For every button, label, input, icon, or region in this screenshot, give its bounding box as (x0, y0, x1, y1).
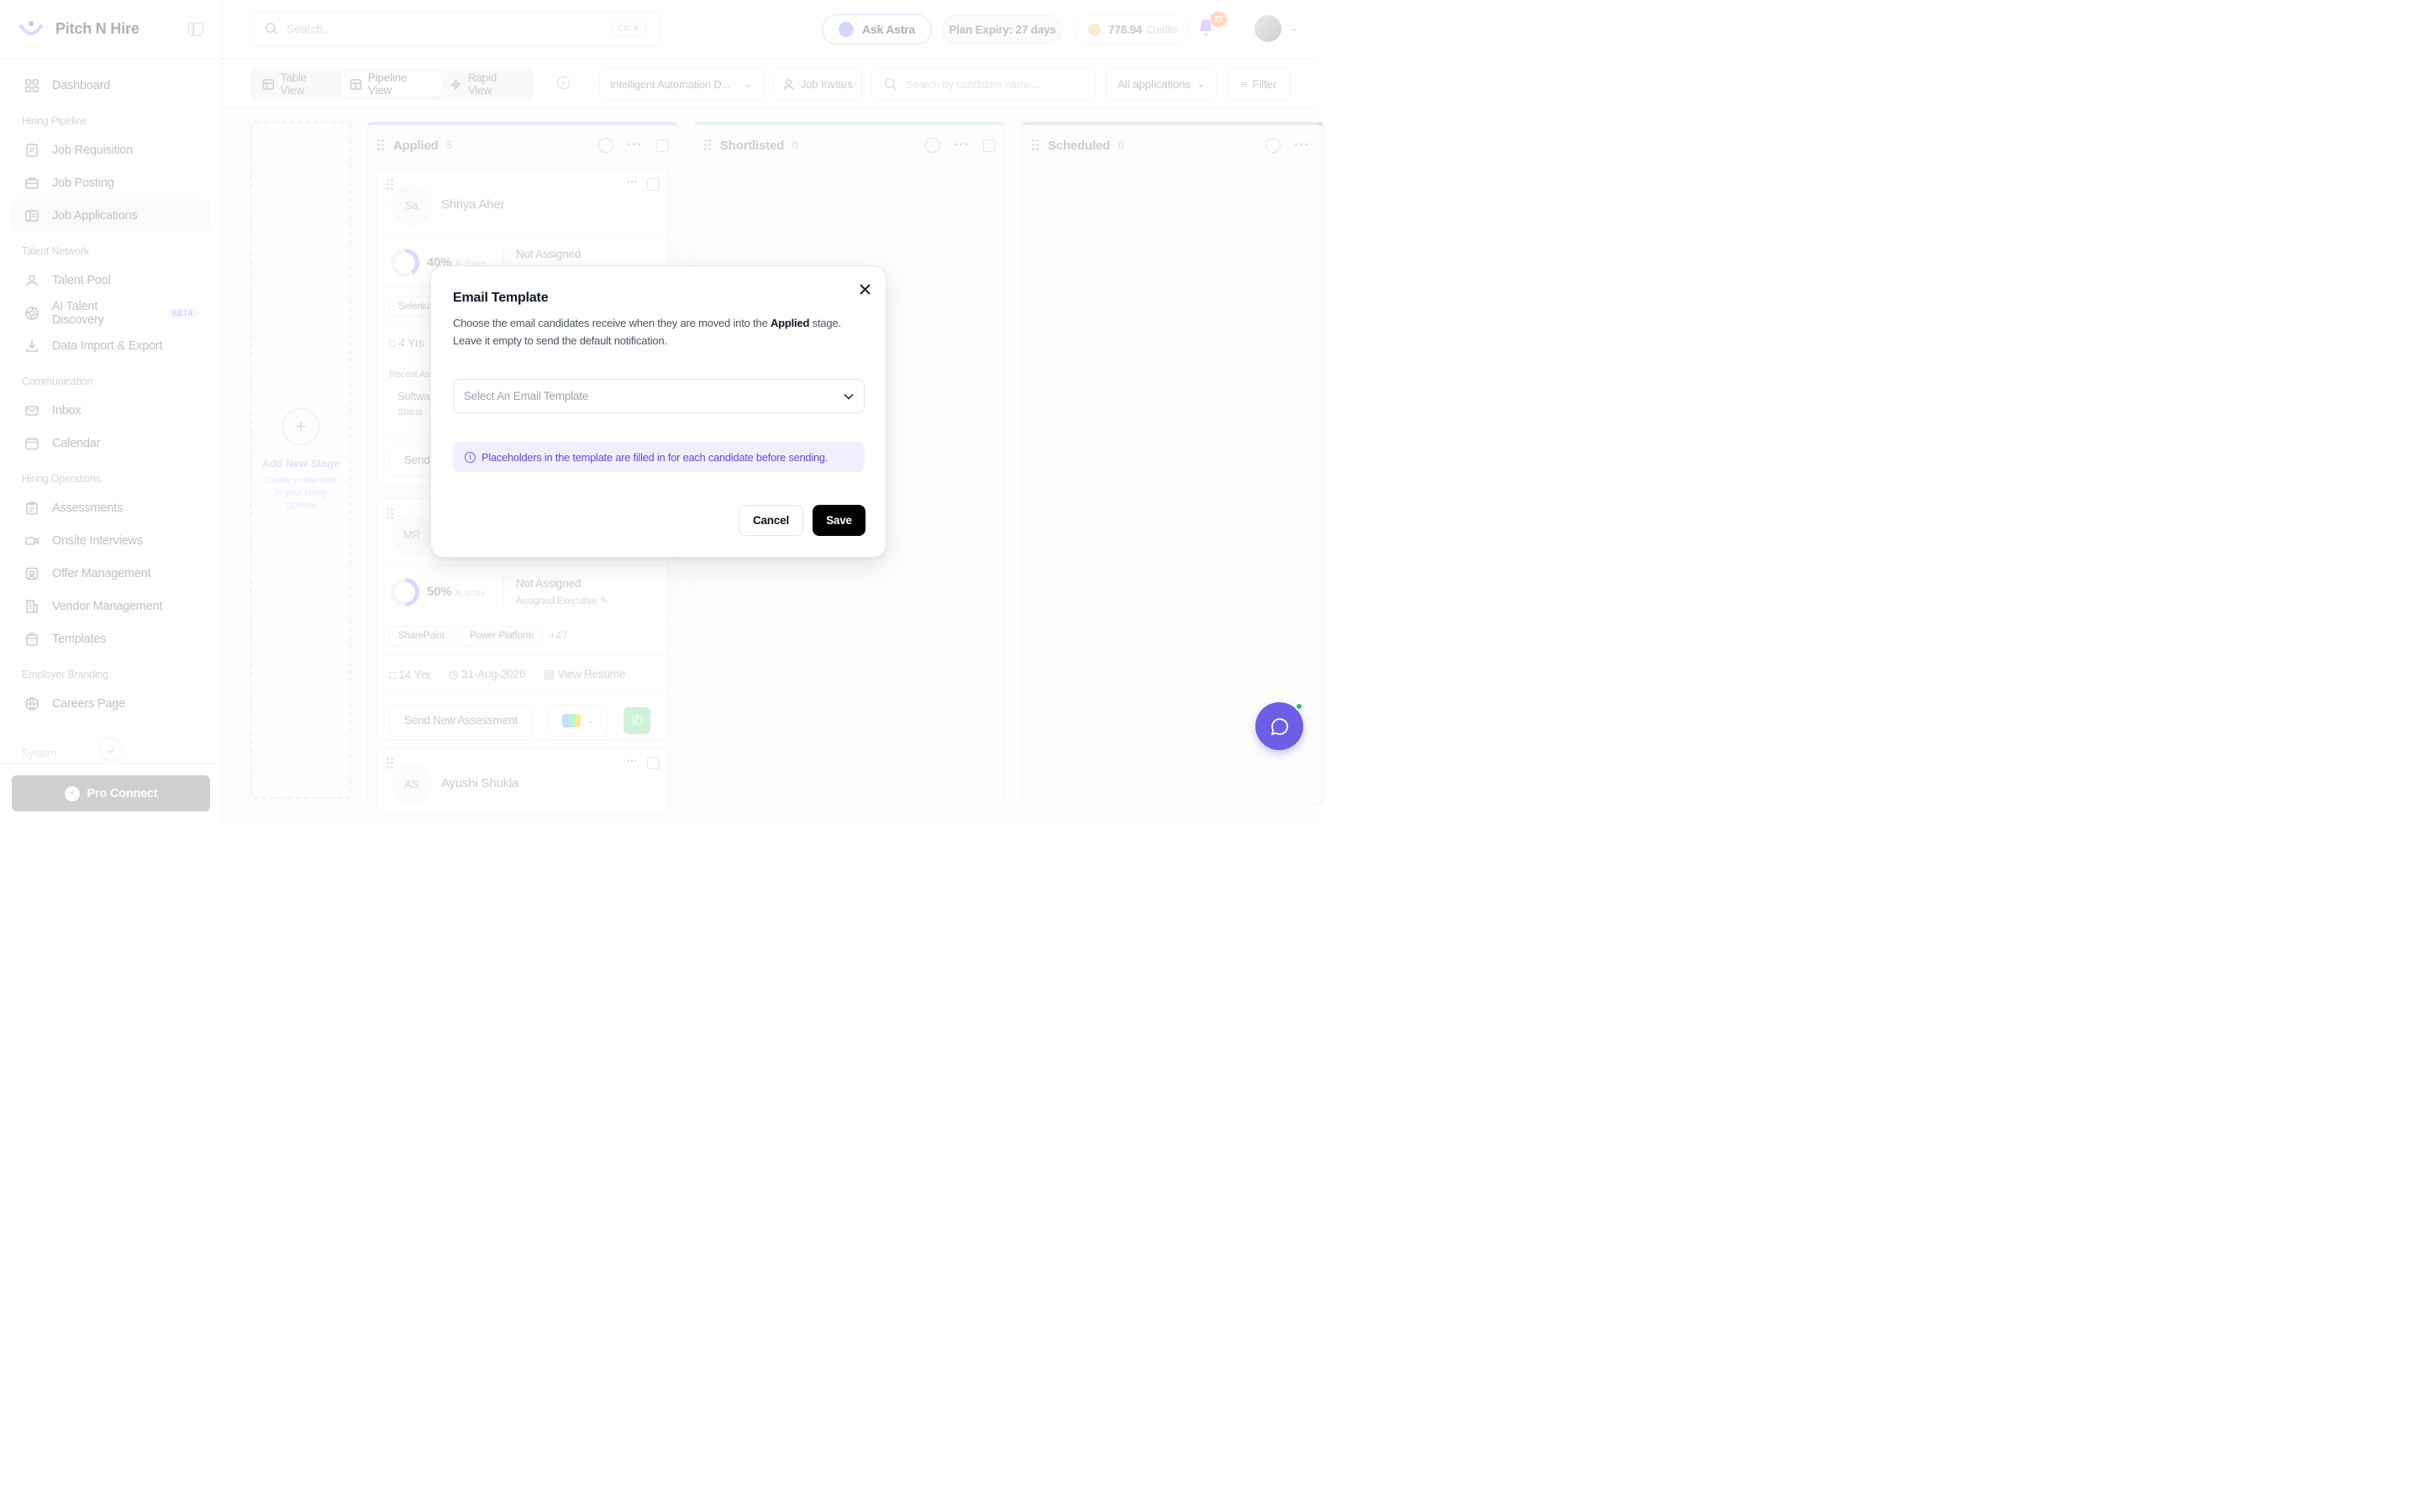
info-icon: i (465, 451, 476, 463)
close-icon[interactable] (857, 281, 872, 297)
desc-stage: Applied (770, 317, 810, 329)
email-template-modal: Email Template Choose the email candidat… (430, 265, 886, 558)
placeholder-notice: i Placeholders in the template are fille… (453, 442, 865, 472)
desc-suffix: stage. (812, 317, 841, 329)
save-button[interactable]: Save (813, 505, 865, 536)
modal-description: Choose the email candidates receive when… (453, 314, 865, 349)
chevron-down-icon (844, 393, 854, 400)
chat-icon (1270, 717, 1288, 735)
notice-text: Placeholders in the template are filled … (481, 450, 829, 464)
online-status-dot (1295, 702, 1303, 711)
select-placeholder: Select An Email Template (464, 390, 589, 402)
desc-line-2: Leave it empty to send the default notif… (453, 334, 667, 347)
desc-prefix: Choose the email candidates receive when… (453, 317, 768, 329)
email-template-select[interactable]: Select An Email Template (453, 379, 865, 413)
cancel-button[interactable]: Cancel (739, 505, 803, 536)
modal-title: Email Template (453, 291, 549, 305)
